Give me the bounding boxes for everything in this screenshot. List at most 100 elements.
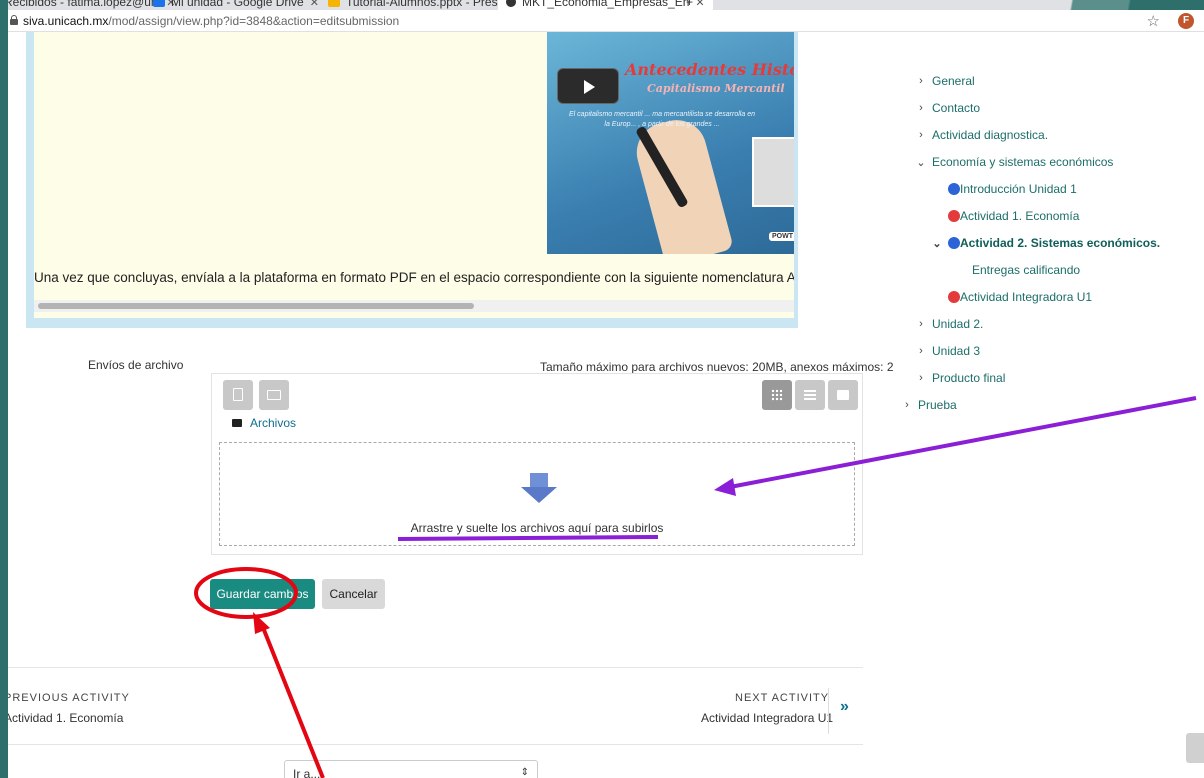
play-button[interactable] — [557, 68, 619, 104]
nav-item-integradora[interactable]: Actividad Integradora U1 — [948, 290, 1092, 304]
nav-item-economia[interactable]: ⌄ Economía y sistemas económicos — [916, 155, 1113, 169]
create-folder-button[interactable] — [259, 380, 289, 410]
nav-item-label: Unidad 3 — [932, 344, 981, 358]
file-size-info: Tamaño máximo para archivos nuevos: 20MB… — [540, 360, 894, 374]
file-manager: Archivos Arrastre y suelte los archivos … — [211, 373, 863, 555]
tab-moodle[interactable]: MKT_Economia_Empresas_En ✕ — [498, 0, 713, 10]
divider — [8, 744, 863, 745]
nav-item-label: Actividad diagnostica. — [932, 128, 1049, 142]
previous-activity-label: PREVIOUS ACTIVITY — [8, 692, 130, 704]
next-activity-label: NEXT ACTIVITY — [735, 692, 830, 704]
list-icon — [804, 390, 816, 400]
view-icons-button[interactable] — [762, 380, 792, 410]
nav-item-general[interactable]: › General — [916, 74, 975, 88]
embedded-video[interactable]: Antecedentes Históricos Capitalismo Merc… — [547, 32, 794, 254]
save-button[interactable]: Guardar cambios — [210, 579, 315, 609]
tab-slides[interactable]: Tutorial-Alumnos.pptx - Prese ✕ — [328, 0, 520, 10]
add-file-button[interactable] — [223, 380, 253, 410]
scrollbar-thumb[interactable] — [38, 303, 474, 309]
new-tab-button[interactable]: + — [686, 0, 693, 10]
divider — [828, 688, 829, 734]
file-icon — [233, 388, 243, 401]
video-title: Antecedentes Históricos — [625, 60, 794, 79]
tab-gmail[interactable]: Recibidos - fatima.lopez@uni ✕ — [8, 0, 175, 10]
cancel-button[interactable]: Cancelar — [322, 579, 385, 609]
close-icon[interactable]: ✕ — [695, 0, 704, 9]
jump-to-select[interactable]: Ir a... ⇕ — [284, 760, 538, 778]
close-icon[interactable]: ✕ — [310, 0, 319, 9]
nav-item-actividad-2[interactable]: ⌄ Actividad 2. Sistemas económicos. — [932, 236, 1160, 250]
chevron-right-icon: › — [919, 318, 923, 330]
address-bar[interactable]: siva.unicach.mx/mod/assign/view.php?id=3… — [8, 10, 1204, 32]
assignment-icon — [948, 210, 960, 222]
nav-item-label: Economía y sistemas económicos — [932, 155, 1114, 169]
scroll-to-top-button[interactable] — [1186, 733, 1204, 763]
folder-icon — [267, 390, 281, 400]
nav-item-prueba[interactable]: › Prueba — [902, 398, 957, 412]
nav-item-label: Unidad 2. — [932, 317, 984, 331]
chevron-right-icon[interactable]: » — [840, 698, 849, 716]
nav-item-label: Entregas calificando — [972, 263, 1081, 277]
tab-label: Mi unidad - Google Drive — [171, 0, 304, 9]
browser-window: Recibidos - fatima.lopez@uni ✕ Mi unidad… — [8, 0, 1204, 778]
nav-item-label: Introducción Unidad 1 — [960, 182, 1077, 196]
grid-icon — [771, 389, 783, 401]
instruction-text: Una vez que concluyas, envíala a la plat… — [34, 270, 794, 285]
nav-item-unidad-3[interactable]: › Unidad 3 — [916, 344, 980, 358]
url-text[interactable]: siva.unicach.mx/mod/assign/view.php?id=3… — [23, 14, 399, 28]
arrow-down-icon — [521, 473, 557, 503]
assignment-icon — [948, 237, 960, 249]
next-activity-link[interactable]: Actividad Integradora U1 — [701, 711, 833, 725]
video-description: El capitalismo mercantil ... ma mercanti… — [569, 111, 755, 128]
nav-item-label: Actividad 2. Sistemas económicos. — [960, 236, 1161, 250]
previous-activity-link[interactable]: Actividad 1. Economía — [8, 711, 123, 725]
nav-item-introduccion[interactable]: Introducción Unidad 1 — [948, 182, 1077, 196]
url-path: /mod/assign/view.php?id=3848&action=edit… — [108, 14, 400, 28]
video-subtitle: Capitalismo Mercantil — [647, 82, 785, 95]
nav-item-entregas[interactable]: Entregas calificando — [972, 263, 1080, 277]
horizontal-scrollbar[interactable] — [34, 300, 794, 312]
play-icon — [584, 80, 595, 94]
tab-label: Recibidos - fatima.lopez@uni — [8, 0, 161, 9]
lock-icon — [10, 15, 18, 25]
moodle-icon — [506, 0, 516, 7]
chevron-right-icon: › — [919, 372, 923, 384]
nav-item-unidad-2[interactable]: › Unidad 2. — [916, 317, 983, 331]
tab-label: MKT_Economia_Empresas_En — [522, 0, 690, 9]
file-submissions-label: Envíos de archivo — [88, 358, 184, 372]
chevron-right-icon: › — [905, 399, 909, 411]
chevron-down-icon: ⌄ — [916, 156, 926, 169]
drop-zone-text: Arrastre y suelte los archivos aquí para… — [410, 521, 664, 535]
nav-item-producto-final[interactable]: › Producto final — [916, 371, 1005, 385]
nav-item-label: Producto final — [932, 371, 1006, 385]
nav-item-label: Actividad 1. Economía — [960, 209, 1080, 223]
description-content: Antecedentes Históricos Capitalismo Merc… — [34, 32, 794, 318]
chevron-right-icon: › — [919, 102, 923, 114]
avatar[interactable]: F — [1178, 13, 1194, 29]
bookmark-star-icon[interactable]: ☆ — [1147, 12, 1160, 30]
chevron-down-icon: ⌄ — [932, 237, 942, 250]
tab-drive[interactable]: Mi unidad - Google Drive ✕ — [153, 0, 319, 10]
nav-item-label: Prueba — [918, 398, 957, 412]
url-domain: siva.unicach.mx — [23, 14, 109, 28]
decorative-corner — [1014, 0, 1204, 10]
chevron-right-icon: › — [919, 345, 923, 357]
nav-item-diagnostica[interactable]: › Actividad diagnostica. — [916, 128, 1048, 142]
view-tree-button[interactable] — [828, 380, 858, 410]
chevron-right-icon: › — [919, 129, 923, 141]
drop-zone[interactable]: Arrastre y suelte los archivos aquí para… — [219, 442, 855, 546]
folder-icon — [232, 419, 242, 427]
assignment-icon — [948, 291, 960, 303]
assignment-description-box: Antecedentes Históricos Capitalismo Merc… — [26, 32, 798, 328]
jump-to-value: Ir a... — [293, 767, 321, 778]
nav-item-actividad-1[interactable]: Actividad 1. Economía — [948, 209, 1079, 223]
drive-icon — [153, 0, 165, 7]
tab-bar: Recibidos - fatima.lopez@uni ✕ Mi unidad… — [8, 0, 1204, 10]
select-caret-icon: ⇕ — [520, 767, 529, 778]
folder-link[interactable]: Archivos — [250, 416, 296, 430]
breadcrumb[interactable]: Archivos — [232, 416, 296, 430]
nav-item-contacto[interactable]: › Contacto — [916, 101, 980, 115]
tab-label: Tutorial-Alumnos.pptx - Prese — [346, 0, 505, 9]
nav-item-label: General — [932, 74, 975, 88]
view-list-button[interactable] — [795, 380, 825, 410]
